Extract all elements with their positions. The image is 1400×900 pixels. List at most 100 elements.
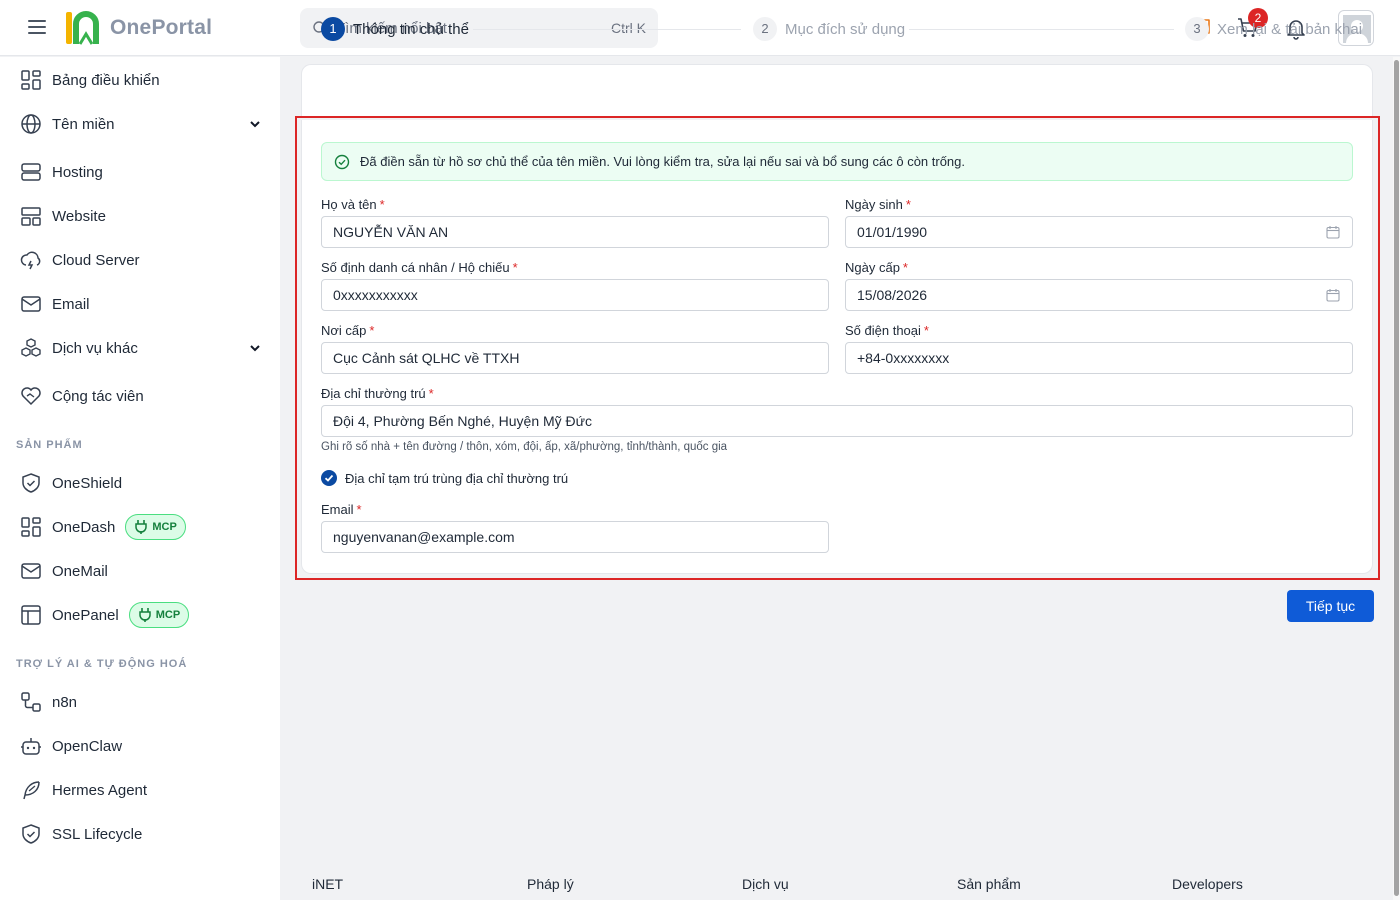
sidebar-item-hermes-agent[interactable]: Hermes Agent xyxy=(20,778,262,802)
step-number: 3 xyxy=(1185,17,1209,41)
globe-icon xyxy=(21,114,41,134)
same-address-checkbox-row[interactable]: Địa chỉ tạm trú trùng địa chỉ thường trú xyxy=(321,470,568,486)
issue-place-label: Nơi cấp * xyxy=(321,323,375,338)
bot-icon xyxy=(21,738,41,755)
shield-check-icon xyxy=(22,473,40,493)
step-label: Mục đích sử dụng xyxy=(785,20,906,38)
sidebar-item-label: Dịch vụ khác xyxy=(52,339,138,357)
dashboard-icon xyxy=(21,70,41,90)
sidebar-item-label: OneDash xyxy=(52,518,116,536)
mail-icon xyxy=(21,563,41,579)
sidebar-item-domains[interactable]: Tên miền xyxy=(20,112,262,136)
plug-icon xyxy=(135,520,148,534)
footer-col-inet[interactable]: iNET xyxy=(312,876,343,892)
footer-col-products[interactable]: Sản phẩm xyxy=(957,876,1021,892)
same-address-checkbox[interactable] xyxy=(321,470,337,486)
sidebar-item-label: Bảng điều khiển xyxy=(52,71,160,89)
mcp-badge: MCP xyxy=(128,602,190,628)
shield-check-icon xyxy=(22,824,40,844)
sidebar-item-cloud-server[interactable]: Cloud Server xyxy=(20,248,262,272)
sidebar-item-label: SSL Lifecycle xyxy=(52,825,143,843)
footer-col-legal[interactable]: Pháp lý xyxy=(527,876,574,892)
issue-date-label: Ngày cấp * xyxy=(845,260,908,275)
section-title-ai: TRỢ LÝ AI & TỰ ĐỘNG HOÁ xyxy=(16,658,188,670)
scrollbar-thumb[interactable] xyxy=(1394,60,1399,896)
sidebar-item-onepanel[interactable]: OnePanel MCP xyxy=(20,602,262,628)
sidebar-item-website[interactable]: Website xyxy=(20,204,262,228)
sidebar-item-label: Tên miền xyxy=(52,115,115,133)
step-connector xyxy=(909,29,1174,30)
handshake-heart-icon xyxy=(21,387,41,406)
plug-icon xyxy=(138,608,151,622)
dob-label: Ngày sinh * xyxy=(845,197,911,212)
id-number-label: Số định danh cá nhân / Hộ chiếu * xyxy=(321,260,518,275)
footer-col-services[interactable]: Dịch vụ xyxy=(742,876,789,892)
step-number: 1 xyxy=(321,17,345,41)
chevron-down-icon[interactable] xyxy=(248,341,262,355)
cubes-icon xyxy=(21,338,41,357)
sidebar-item-hosting[interactable]: Hosting xyxy=(20,160,262,184)
sidebar-item-affiliates[interactable]: Cộng tác viên xyxy=(20,384,262,408)
address-hint: Ghi rõ số nhà + tên đường / thôn, xóm, đ… xyxy=(321,441,728,453)
calendar-icon[interactable] xyxy=(1326,225,1340,239)
email-input[interactable]: nguyenvanan@example.com xyxy=(321,521,829,553)
checkmark-icon xyxy=(324,474,334,482)
footer-col-developers[interactable]: Developers xyxy=(1172,876,1243,892)
mail-icon xyxy=(21,296,41,312)
mcp-badge-text: MCP xyxy=(155,609,181,621)
logo-text: OnePortal xyxy=(110,16,213,39)
sidebar-item-label: n8n xyxy=(52,693,78,711)
continue-button[interactable]: Tiếp tục xyxy=(1287,590,1374,622)
website-icon xyxy=(21,207,41,226)
email-label: Email * xyxy=(321,502,362,517)
search-shortcut: Ctrl K xyxy=(611,20,646,36)
sidebar-item-label: Website xyxy=(52,207,106,225)
sidebar-item-n8n[interactable]: n8n xyxy=(20,690,262,714)
step-2[interactable]: 2 Mục đích sử dụng xyxy=(753,17,905,41)
step-1[interactable]: 1 Thông tin chủ thể xyxy=(321,17,469,41)
feather-icon xyxy=(23,781,40,800)
step-label: Thông tin chủ thể xyxy=(353,20,469,38)
cloud-lightning-icon xyxy=(20,251,41,270)
logo-mark-icon xyxy=(66,11,99,45)
chevron-down-icon[interactable] xyxy=(248,117,262,131)
phone-input[interactable]: +84-0xxxxxxxx xyxy=(845,342,1353,374)
sidebar-item-label: OneMail xyxy=(52,562,108,580)
id-number-input[interactable]: 0xxxxxxxxxxx xyxy=(321,279,829,311)
sidebar-item-onedash[interactable]: OneDash MCP xyxy=(20,514,262,540)
sidebar-item-email[interactable]: Email xyxy=(20,292,262,316)
same-address-label: Địa chỉ tạm trú trùng địa chỉ thường trú xyxy=(345,470,569,486)
sidebar-item-label: OneShield xyxy=(52,474,123,492)
sidebar-item-dashboard[interactable]: Bảng điều khiển xyxy=(20,68,262,92)
sidebar-item-label: Email xyxy=(52,295,90,313)
prefill-alert: Đã điền sẵn từ hồ sơ chủ thể của tên miề… xyxy=(321,142,1353,181)
issue-place-input[interactable]: Cục Cảnh sát QLHC về TTXH xyxy=(321,342,829,374)
mcp-badge-text: MCP xyxy=(152,521,177,533)
step-connector xyxy=(473,29,741,30)
panel-layout-icon xyxy=(21,605,41,625)
sidebar-item-label: OnePanel xyxy=(52,606,119,624)
sidebar-item-openclaw[interactable]: OpenClaw xyxy=(20,734,262,758)
server-icon xyxy=(21,163,41,181)
sidebar-item-onemail[interactable]: OneMail xyxy=(20,559,262,583)
issue-date-input[interactable]: 15/08/2026 xyxy=(845,279,1353,311)
sidebar-item-ssl-lifecycle[interactable]: SSL Lifecycle xyxy=(20,822,262,846)
sidebar-item-label: Hosting xyxy=(52,163,103,181)
alert-text: Đã điền sẵn từ hồ sơ chủ thể của tên miề… xyxy=(360,154,966,169)
address-input[interactable]: Đội 4, Phường Bến Nghé, Huyện Mỹ Đức xyxy=(321,405,1353,437)
step-3[interactable]: 3 Xem lại & tải bản khai xyxy=(1185,17,1362,41)
section-title-products: SẢN PHẨM xyxy=(16,439,83,451)
phone-label: Số điện thoại * xyxy=(845,323,929,338)
check-circle-icon xyxy=(334,154,350,169)
step-number: 2 xyxy=(753,17,777,41)
stepper xyxy=(301,64,1373,118)
logo[interactable]: OnePortal xyxy=(64,10,212,46)
calendar-icon[interactable] xyxy=(1326,288,1340,302)
sidebar-item-oneshield[interactable]: OneShield xyxy=(20,471,262,495)
full-name-input[interactable]: NGUYỄN VĂN AN xyxy=(321,216,829,248)
dob-input[interactable]: 01/01/1990 xyxy=(845,216,1353,248)
sidebar-item-other-services[interactable]: Dịch vụ khác xyxy=(20,336,262,360)
full-name-label: Họ và tên * xyxy=(321,197,385,212)
sidebar-item-label: Cộng tác viên xyxy=(52,387,144,405)
hamburger-menu-icon[interactable] xyxy=(28,20,46,34)
